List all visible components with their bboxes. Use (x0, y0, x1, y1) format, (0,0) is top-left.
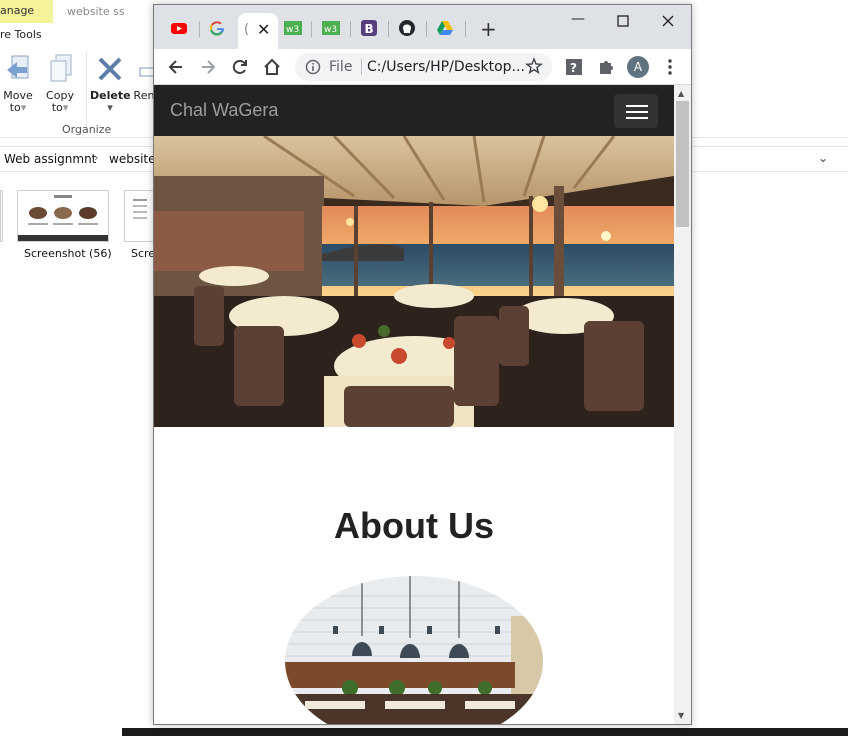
file-label[interactable]: Scre (131, 247, 155, 260)
ribbon-group-label: Organize (62, 123, 112, 136)
ribbon-tab-manage[interactable]: anage (0, 0, 53, 23)
hamburger-bar (626, 111, 648, 113)
scroll-down-arrow-icon[interactable]: ▼ (678, 711, 684, 720)
omnibox-divider (361, 59, 362, 75)
copy-to-icon (50, 54, 72, 82)
scheme-label: File (329, 59, 353, 75)
file-thumbnail[interactable] (17, 190, 109, 242)
tab-active[interactable]: ( ✕ (238, 13, 278, 49)
omnibox[interactable]: File C:/Users/HP/Desktop... (295, 53, 552, 81)
puzzle-icon[interactable] (596, 57, 616, 77)
scroll-up-arrow-icon[interactable]: ▲ (678, 89, 684, 98)
move-to-icon (7, 55, 29, 79)
taskbar (122, 728, 848, 736)
scrollbar-thumb[interactable] (676, 101, 689, 227)
about-image (285, 576, 543, 724)
bootstrap-icon[interactable]: B (360, 19, 378, 37)
reload-icon[interactable] (230, 57, 250, 77)
minimize-icon[interactable]: — (568, 11, 588, 31)
extension-help-icon[interactable]: ? (564, 57, 584, 77)
tab-close-icon[interactable]: ✕ (257, 20, 270, 39)
page-scrollbar[interactable]: ▲ ▼ (674, 85, 691, 724)
navbar-brand[interactable]: Chal WaGera (170, 100, 278, 121)
rename-icon (139, 67, 154, 77)
page-viewport: Chal WaGera About Us (154, 85, 674, 724)
tab-strip: ( ✕ w3 w3 B + — (154, 5, 691, 49)
home-icon[interactable] (262, 57, 282, 77)
close-icon[interactable] (658, 11, 678, 31)
screenshot-preview (18, 191, 108, 241)
interior-photo (285, 576, 543, 724)
screenshot-preview (125, 191, 154, 241)
file-thumbnail[interactable] (124, 190, 154, 242)
delete-x-icon (98, 57, 122, 81)
svg-text:w3: w3 (286, 25, 299, 35)
ribbon-separator (86, 52, 87, 132)
new-tab-button[interactable]: + (480, 17, 497, 41)
tab-loading-icon: ( (244, 22, 250, 37)
tab-separator (199, 21, 200, 37)
address-dropdown-icon[interactable]: ⌄ (818, 151, 828, 165)
tab-separator (465, 21, 466, 37)
menu-dots-icon[interactable] (660, 57, 680, 77)
hero-image (154, 136, 674, 427)
hamburger-bar (626, 117, 648, 119)
restaurant-photo (154, 136, 674, 427)
profile-avatar[interactable]: A (627, 56, 649, 78)
browser-toolbar: File C:/Users/HP/Desktop... ? A (154, 49, 691, 85)
breadcrumb-web-assignment[interactable]: Web assignmnt (4, 152, 96, 166)
site-navbar: Chal WaGera (154, 85, 674, 136)
back-icon[interactable] (166, 57, 186, 77)
forward-icon[interactable] (198, 57, 218, 77)
file-thumbnail-partial[interactable] (0, 190, 3, 242)
ribbon-tools-label[interactable]: re Tools (0, 28, 42, 41)
chrome-window: ( ✕ w3 w3 B + — File C:/Users/HP/Desktop… (153, 4, 692, 725)
navbar-toggle-button[interactable] (614, 94, 658, 128)
google-drive-icon[interactable] (436, 19, 454, 37)
google-icon[interactable] (208, 19, 226, 37)
about-us-heading: About Us (334, 505, 494, 546)
tab-separator (350, 21, 351, 37)
w3schools-icon[interactable]: w3 (284, 19, 302, 37)
github-icon[interactable] (398, 19, 416, 37)
explorer-window-title: website ss (67, 5, 125, 18)
tab-separator (311, 21, 312, 37)
tab-separator (388, 21, 389, 37)
hamburger-bar (626, 105, 648, 107)
w3schools-icon[interactable]: w3 (322, 19, 340, 37)
tab-separator (426, 21, 427, 37)
copy-to-button[interactable]: Copy to▾ (44, 54, 76, 114)
svg-text:?: ? (570, 61, 577, 75)
maximize-icon[interactable] (613, 11, 633, 31)
file-label[interactable]: Screenshot (56) (24, 247, 112, 260)
delete-button[interactable]: Delete ▾ (90, 54, 131, 114)
desktop: anage website ss re Tools Move to▾ Copy … (0, 0, 848, 736)
breadcrumb-chevron-icon: › (94, 151, 99, 164)
star-icon[interactable] (525, 57, 543, 75)
svg-text:B: B (365, 22, 374, 36)
move-to-button[interactable]: Move to▾ (2, 54, 34, 114)
svg-text:w3: w3 (324, 25, 337, 35)
info-icon[interactable] (305, 59, 321, 75)
url-text[interactable]: C:/Users/HP/Desktop... (367, 59, 525, 75)
youtube-icon[interactable] (170, 19, 188, 37)
